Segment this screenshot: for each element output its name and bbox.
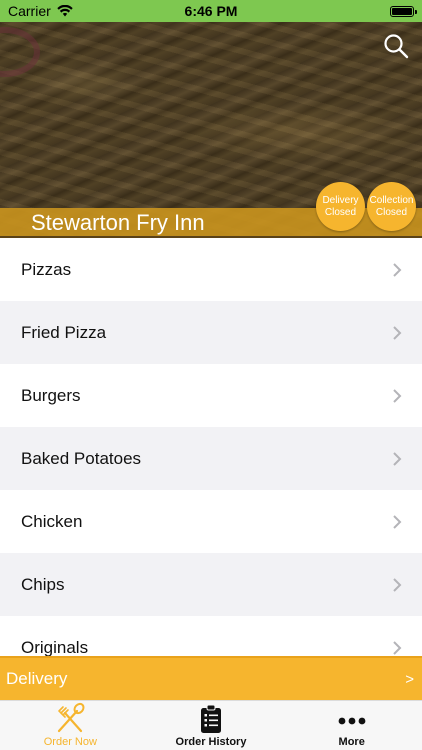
delivery-mode-bar[interactable]: Delivery > — [0, 656, 422, 700]
chevron-right-icon — [393, 640, 402, 655]
tab-label: More — [338, 736, 365, 748]
tab-bar: Order Now Order History More — [0, 700, 422, 750]
wifi-icon — [57, 5, 73, 17]
chevron-right-icon — [393, 325, 402, 340]
collection-badge-line2: Closed — [375, 206, 408, 218]
delivery-badge-line1: Delivery — [322, 194, 359, 206]
chevron-right-icon — [393, 514, 402, 529]
fork-spoon-icon — [58, 702, 85, 733]
tab-order-history[interactable]: Order History — [141, 701, 282, 750]
tab-label: Order Now — [43, 736, 97, 748]
collection-badge-line1: Collection — [369, 194, 414, 206]
delivery-arrow-icon: > — [405, 670, 414, 688]
delivery-mode-label: Delivery — [6, 669, 68, 688]
menu-category-burgers[interactable]: Burgers — [0, 364, 422, 427]
status-left: Carrier — [8, 3, 73, 19]
menu-category-pizzas[interactable]: Pizzas — [0, 238, 422, 301]
battery-icon — [390, 5, 417, 17]
chevron-right-icon — [393, 262, 402, 277]
menu-category-label: Chips — [21, 574, 65, 594]
tab-order-now[interactable]: Order Now — [0, 701, 141, 750]
search-icon[interactable] — [382, 32, 410, 60]
status-bar: Carrier 6:46 PM — [0, 0, 422, 22]
restaurant-name: Stewarton Fry Inn — [31, 210, 205, 235]
delivery-badge-line2: Closed — [324, 206, 357, 218]
menu-category-chicken[interactable]: Chicken — [0, 490, 422, 553]
status-time: 6:46 PM — [184, 3, 238, 19]
chevron-right-icon — [393, 388, 402, 403]
collection-status-badge[interactable]: Collection Closed — [367, 182, 416, 231]
menu-category-chips[interactable]: Chips — [0, 553, 422, 616]
menu-category-list: Pizzas Fried Pizza Burgers Baked Potatoe… — [0, 238, 422, 656]
menu-category-label: Fried Pizza — [21, 322, 107, 342]
menu-category-label: Pizzas — [21, 259, 72, 279]
chevron-right-icon — [393, 451, 402, 466]
tab-label: Order History — [175, 736, 247, 748]
menu-category-fried-pizza[interactable]: Fried Pizza — [0, 301, 422, 364]
menu-category-originals[interactable]: Originals — [0, 616, 422, 656]
status-right — [390, 5, 417, 17]
menu-category-label: Baked Potatoes — [21, 448, 142, 468]
menu-category-label: Chicken — [21, 511, 83, 531]
tab-more[interactable]: More — [281, 701, 422, 750]
menu-category-label: Burgers — [21, 385, 81, 405]
menu-category-label: Originals — [21, 637, 89, 657]
clipboard-list-icon — [201, 704, 221, 733]
menu-category-baked-potatoes[interactable]: Baked Potatoes — [0, 427, 422, 490]
restaurant-banner: Stewarton Fry Inn Delivery Closed Collec… — [0, 22, 422, 238]
more-dots-icon — [338, 717, 366, 725]
chevron-right-icon — [393, 577, 402, 592]
carrier-label: Carrier — [8, 3, 51, 19]
delivery-status-badge[interactable]: Delivery Closed — [316, 182, 365, 231]
